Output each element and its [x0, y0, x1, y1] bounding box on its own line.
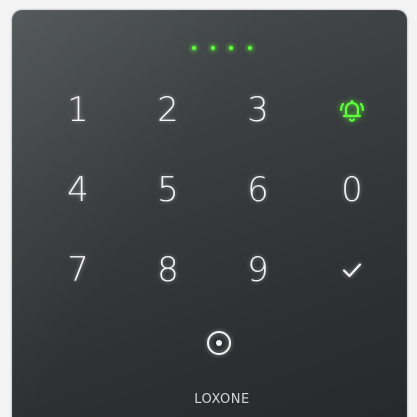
checkmark-icon [342, 263, 362, 278]
pin-progress-indicator [192, 45, 252, 51]
key-2[interactable]: 2 [138, 80, 198, 140]
pin-dot [247, 46, 252, 50]
key-1[interactable]: 1 [48, 80, 108, 140]
screenshot-stage: 1 2 3 4 5 6 0 7 8 9 LOXONE [0, 0, 417, 417]
brand-logo: LOXONE [194, 392, 250, 407]
bell-icon [339, 99, 365, 122]
nfc-reader[interactable] [189, 313, 249, 373]
key-7[interactable]: 7 [48, 240, 108, 300]
pin-dot [210, 46, 215, 50]
key-9[interactable]: 9 [228, 240, 288, 300]
bell-button[interactable] [322, 80, 382, 140]
pin-dot [229, 46, 234, 50]
key-0[interactable]: 0 [322, 160, 382, 220]
pin-dot [192, 46, 196, 50]
keypad-device: 1 2 3 4 5 6 0 7 8 9 LOXONE [12, 10, 407, 417]
key-8[interactable]: 8 [138, 240, 198, 300]
key-4[interactable]: 4 [48, 160, 108, 220]
key-5[interactable]: 5 [138, 160, 198, 220]
nfc-reader-icon [207, 331, 231, 355]
key-6[interactable]: 6 [228, 160, 288, 220]
confirm-button[interactable] [322, 240, 382, 300]
key-3[interactable]: 3 [228, 80, 288, 140]
